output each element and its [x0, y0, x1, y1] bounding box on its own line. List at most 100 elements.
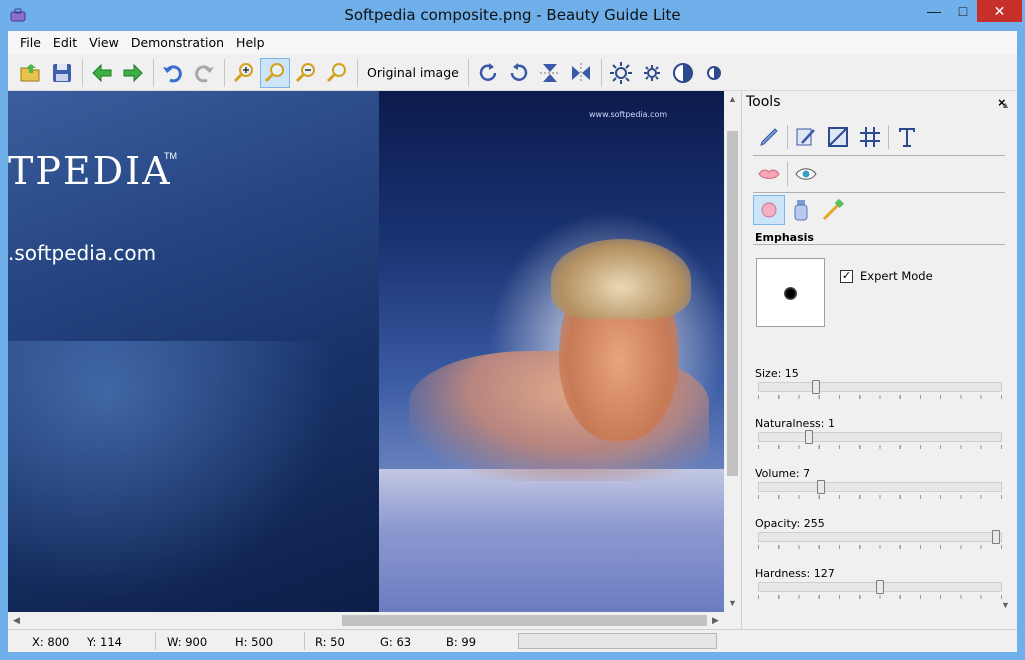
- toothbrush-icon: [822, 198, 844, 221]
- slider-handle[interactable]: [991, 530, 1000, 544]
- zoom-fit-button[interactable]: [260, 57, 290, 88]
- scroll-right-arrow-icon[interactable]: ▶: [707, 612, 724, 629]
- flip-vertical-button[interactable]: [535, 58, 565, 88]
- lips-tool-button[interactable]: [753, 159, 785, 189]
- maximize-button[interactable]: □: [950, 0, 976, 22]
- expert-mode-label: Expert Mode: [860, 269, 933, 283]
- panel-title: Tools: [746, 94, 781, 110]
- contrast-down-button[interactable]: [699, 58, 729, 88]
- vertical-scroll-thumb[interactable]: [727, 131, 738, 476]
- title-bar: Softpedia composite.png - Beauty Guide L…: [0, 0, 1025, 30]
- toolbar: Original image: [8, 55, 1017, 91]
- emphasis-icon: [761, 202, 777, 218]
- pen-icon: [760, 128, 778, 146]
- scroll-down-arrow-icon[interactable]: ▼: [724, 595, 741, 612]
- pen-tool-button[interactable]: [753, 122, 785, 152]
- scroll-left-arrow-icon[interactable]: ◀: [8, 612, 25, 629]
- slider-handle[interactable]: [805, 430, 814, 444]
- panel-scroll-up-icon[interactable]: ▲: [1001, 100, 1010, 110]
- original-image-button[interactable]: Original image: [362, 65, 464, 80]
- menu-view[interactable]: View: [83, 35, 125, 50]
- slider-track[interactable]: [758, 482, 1002, 492]
- app-window: Softpedia composite.png - Beauty Guide L…: [0, 0, 1025, 660]
- panel-divider: [753, 192, 1005, 193]
- flip-vertical-icon: [539, 63, 560, 82]
- slider-track[interactable]: [758, 382, 1002, 392]
- flip-horizontal-icon: [571, 62, 590, 83]
- text-tool-button[interactable]: [891, 122, 923, 152]
- sun-icon: [609, 61, 632, 84]
- save-button[interactable]: [47, 58, 77, 88]
- menu-demonstration[interactable]: Demonstration: [125, 35, 230, 50]
- minimize-button[interactable]: —: [918, 0, 950, 22]
- forward-button[interactable]: [118, 58, 148, 88]
- brush-icon: [796, 128, 815, 146]
- window-title: Softpedia composite.png - Beauty Guide L…: [344, 6, 681, 24]
- brightness-down-button[interactable]: [637, 58, 667, 88]
- undo-button[interactable]: [158, 58, 188, 88]
- contrast-up-button[interactable]: [668, 58, 698, 88]
- horizontal-scroll-thumb[interactable]: [342, 615, 707, 626]
- redo-button[interactable]: [189, 58, 219, 88]
- rotate-right-button[interactable]: [473, 58, 503, 88]
- status-divider: [155, 632, 156, 650]
- brand-url: .softpedia.com: [8, 241, 157, 265]
- slider-track[interactable]: [758, 432, 1002, 442]
- lips-icon: [758, 169, 780, 179]
- watermark-url: www.softpedia.com: [589, 110, 668, 119]
- zoom-in-icon: [233, 62, 253, 82]
- floppy-disk-icon: [53, 63, 71, 82]
- canvas-horizontal-scrollbar[interactable]: ◀ ▶: [8, 612, 724, 629]
- tools-panel: Tools × Emphasis ✓ Expert Mode Size: 15 …: [741, 91, 1017, 629]
- slider-ticks: [758, 495, 1002, 499]
- slider-handle[interactable]: [812, 380, 821, 394]
- arrow-right-icon: [123, 63, 143, 82]
- tool-row-2: [753, 159, 822, 189]
- grid-tool-button[interactable]: [854, 122, 886, 152]
- brightness-up-button[interactable]: [606, 58, 636, 88]
- zoom-out-button[interactable]: [291, 58, 321, 88]
- flip-horizontal-button[interactable]: [566, 58, 596, 88]
- rotate-left-button[interactable]: [504, 58, 534, 88]
- open-button[interactable]: [16, 58, 46, 88]
- text-icon: [899, 128, 915, 147]
- slider-label: Naturalness: 1: [755, 417, 835, 430]
- zoom-actual-button[interactable]: [322, 58, 352, 88]
- brand-text: TPEDIA: [8, 149, 172, 193]
- status-green: G: 63: [380, 635, 412, 649]
- crop-tool-button[interactable]: [822, 122, 854, 152]
- scroll-up-arrow-icon[interactable]: ▲: [724, 91, 741, 108]
- eye-tool-button[interactable]: [790, 159, 822, 189]
- menu-help[interactable]: Help: [230, 35, 271, 50]
- menu-file[interactable]: File: [14, 35, 47, 50]
- slider-label: Volume: 7: [755, 467, 811, 480]
- bottle-tool-button[interactable]: [785, 195, 817, 225]
- composite-image-right: www.softpedia.com: [379, 91, 724, 612]
- back-button[interactable]: [87, 58, 117, 88]
- status-width: W: 900: [167, 635, 208, 649]
- emphasis-tool-button[interactable]: [753, 195, 785, 225]
- zoom-in-button[interactable]: [229, 58, 259, 88]
- slider-ticks: [758, 445, 1002, 449]
- expert-mode-checkbox[interactable]: ✓: [840, 270, 853, 283]
- brush-dot: [784, 287, 797, 300]
- contrast-icon: [672, 62, 693, 83]
- slider-handle[interactable]: [817, 480, 825, 494]
- slider-track[interactable]: [758, 532, 1002, 542]
- toolbar-separator: [467, 58, 469, 87]
- toothbrush-tool-button[interactable]: [817, 195, 849, 225]
- brush-tool-button[interactable]: [790, 122, 822, 152]
- image-canvas[interactable]: TPEDIA TM .softpedia.com www.softpedia.c…: [8, 91, 724, 612]
- sun-small-icon: [643, 64, 660, 81]
- toolbar-separator: [357, 58, 358, 87]
- menu-edit[interactable]: Edit: [47, 35, 83, 50]
- panel-scroll-down-icon[interactable]: ▼: [1001, 600, 1010, 610]
- status-divider: [304, 632, 305, 650]
- tool-row-3: [753, 195, 849, 225]
- canvas-vertical-scrollbar[interactable]: ▲ ▼: [724, 91, 741, 612]
- client-area: File Edit View Demonstration Help Origin…: [8, 31, 1017, 652]
- slider-handle[interactable]: [876, 580, 884, 594]
- slider-ticks: [758, 545, 1002, 549]
- close-button[interactable]: ✕: [977, 0, 1022, 22]
- toolbar-separator: [153, 58, 154, 87]
